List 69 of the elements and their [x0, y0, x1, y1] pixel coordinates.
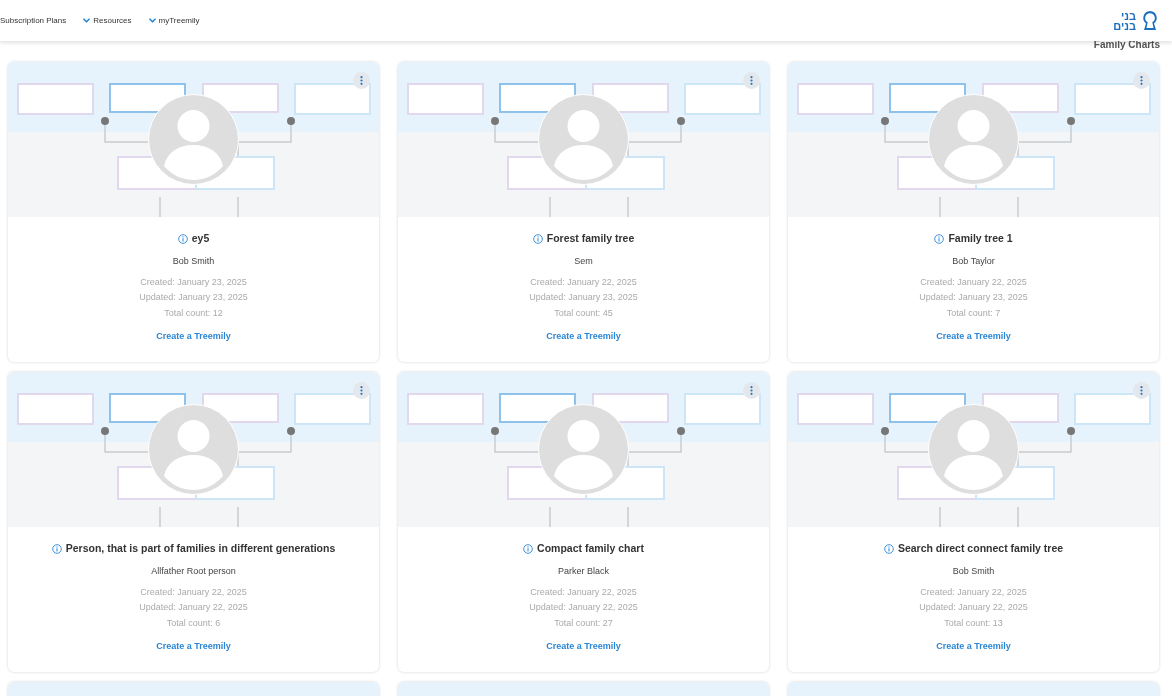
nav-link[interactable]: myTreemily — [148, 14, 200, 27]
chart-card[interactable]: Person, that is part of families in different generations Allfather Root person Created: January 22, 2025 Updated: January 22, 2025 Total count: 6 Create a Treemily — [8, 372, 379, 672]
total-count: Total count: 7 — [946, 307, 1001, 320]
nav-link[interactable]: Subscription Plans — [0, 14, 67, 27]
owner-name: Bob Taylor — [952, 255, 995, 267]
updated-date: Updated: January 23, 2025 — [139, 291, 248, 304]
owner-name: Bob Smith — [172, 255, 215, 267]
owner-name: Sem — [574, 255, 593, 267]
created-date: Created: January 22, 2025 — [140, 586, 247, 599]
card-title: Person, that is part of families in different generations — [65, 541, 336, 557]
create-treemily-link[interactable]: Create a Treemily — [546, 330, 621, 344]
chart-card[interactable]: Forest family tree Sem Created: January 22, 2025 Updated: January 23, 2025 Total count: 45 Create a Treemily — [398, 62, 769, 362]
avatar-icon — [538, 404, 629, 495]
info-icon[interactable] — [523, 544, 534, 554]
create-treemily-link[interactable]: Create a Treemily — [936, 330, 1011, 344]
avatar-icon — [928, 404, 1019, 495]
avatar-icon — [148, 94, 239, 185]
more-options-icon — [1140, 386, 1143, 395]
logo[interactable]: בני בנים — [1113, 8, 1160, 33]
logo-text: בנים — [1113, 20, 1136, 31]
create-treemily-link[interactable]: Create a Treemily — [546, 640, 621, 654]
avatar-icon — [928, 94, 1019, 185]
total-count: Total count: 6 — [166, 617, 221, 630]
updated-date: Updated: January 22, 2025 — [139, 601, 248, 614]
created-date: Created: January 22, 2025 — [530, 276, 637, 289]
more-options-icon — [360, 386, 363, 395]
total-count: Total count: 12 — [164, 307, 223, 320]
info-icon[interactable] — [934, 234, 945, 244]
more-options-icon — [750, 76, 753, 85]
avatar-icon — [538, 94, 629, 185]
create-treemily-link[interactable]: Create a Treemily — [156, 640, 231, 654]
more-options-icon — [1140, 76, 1143, 85]
total-count: Total count: 27 — [554, 617, 613, 630]
nav-link[interactable]: Resources — [83, 14, 132, 27]
tree-icon — [1140, 8, 1160, 33]
created-date: Created: January 22, 2025 — [920, 586, 1027, 599]
info-icon[interactable] — [51, 544, 62, 554]
updated-date: Updated: January 23, 2025 — [919, 291, 1028, 304]
info-icon[interactable] — [883, 544, 894, 554]
chevron-down-icon — [83, 18, 91, 23]
created-date: Created: January 23, 2025 — [140, 276, 247, 289]
chevron-down-icon — [148, 18, 156, 23]
created-date: Created: January 22, 2025 — [530, 586, 637, 599]
card-title: Family tree 1 — [948, 231, 1013, 247]
chart-card[interactable]: ey5 Bob Smith Created: January 23, 2025 Updated: January 23, 2025 Total count: 12 Create a Treemily — [8, 62, 379, 362]
logo-text: בני — [1120, 10, 1136, 21]
chart-card[interactable]: Family tree 1 Bob Taylor Created: January 22, 2025 Updated: January 23, 2025 Total count: 7 Create a Treemily — [788, 62, 1159, 362]
info-icon[interactable] — [532, 234, 543, 244]
create-treemily-link[interactable]: Create a Treemily — [156, 330, 231, 344]
create-treemily-link[interactable]: Create a Treemily — [936, 640, 1011, 654]
updated-date: Updated: January 22, 2025 — [529, 601, 638, 614]
total-count: Total count: 13 — [944, 617, 1003, 630]
chart-card[interactable]: Search direct connect family tree Bob Smith Created: January 22, 2025 Updated: January 22, 2025 Total count: 13 Create a Treemily — [788, 372, 1159, 672]
total-count: Total count: 45 — [554, 307, 613, 320]
card-title: Compact family chart — [537, 541, 644, 557]
updated-date: Updated: January 23, 2025 — [529, 291, 638, 304]
avatar-icon — [148, 404, 239, 495]
created-date: Created: January 22, 2025 — [920, 276, 1027, 289]
info-icon[interactable] — [177, 234, 188, 244]
more-options-icon — [360, 76, 363, 85]
owner-name: Allfather Root person — [151, 565, 236, 577]
more-options-icon — [750, 386, 753, 395]
updated-date: Updated: January 22, 2025 — [919, 601, 1028, 614]
card-title: Search direct connect family tree — [897, 541, 1064, 557]
card-title: Forest family tree — [546, 231, 635, 247]
chart-card[interactable]: Compact family chart Parker Black Created: January 22, 2025 Updated: January 22, 2025 Total count: 27 Create a Treemily — [398, 372, 769, 672]
owner-name: Bob Smith — [952, 565, 995, 577]
card-title: ey5 — [191, 231, 210, 247]
owner-name: Parker Black — [558, 565, 609, 577]
